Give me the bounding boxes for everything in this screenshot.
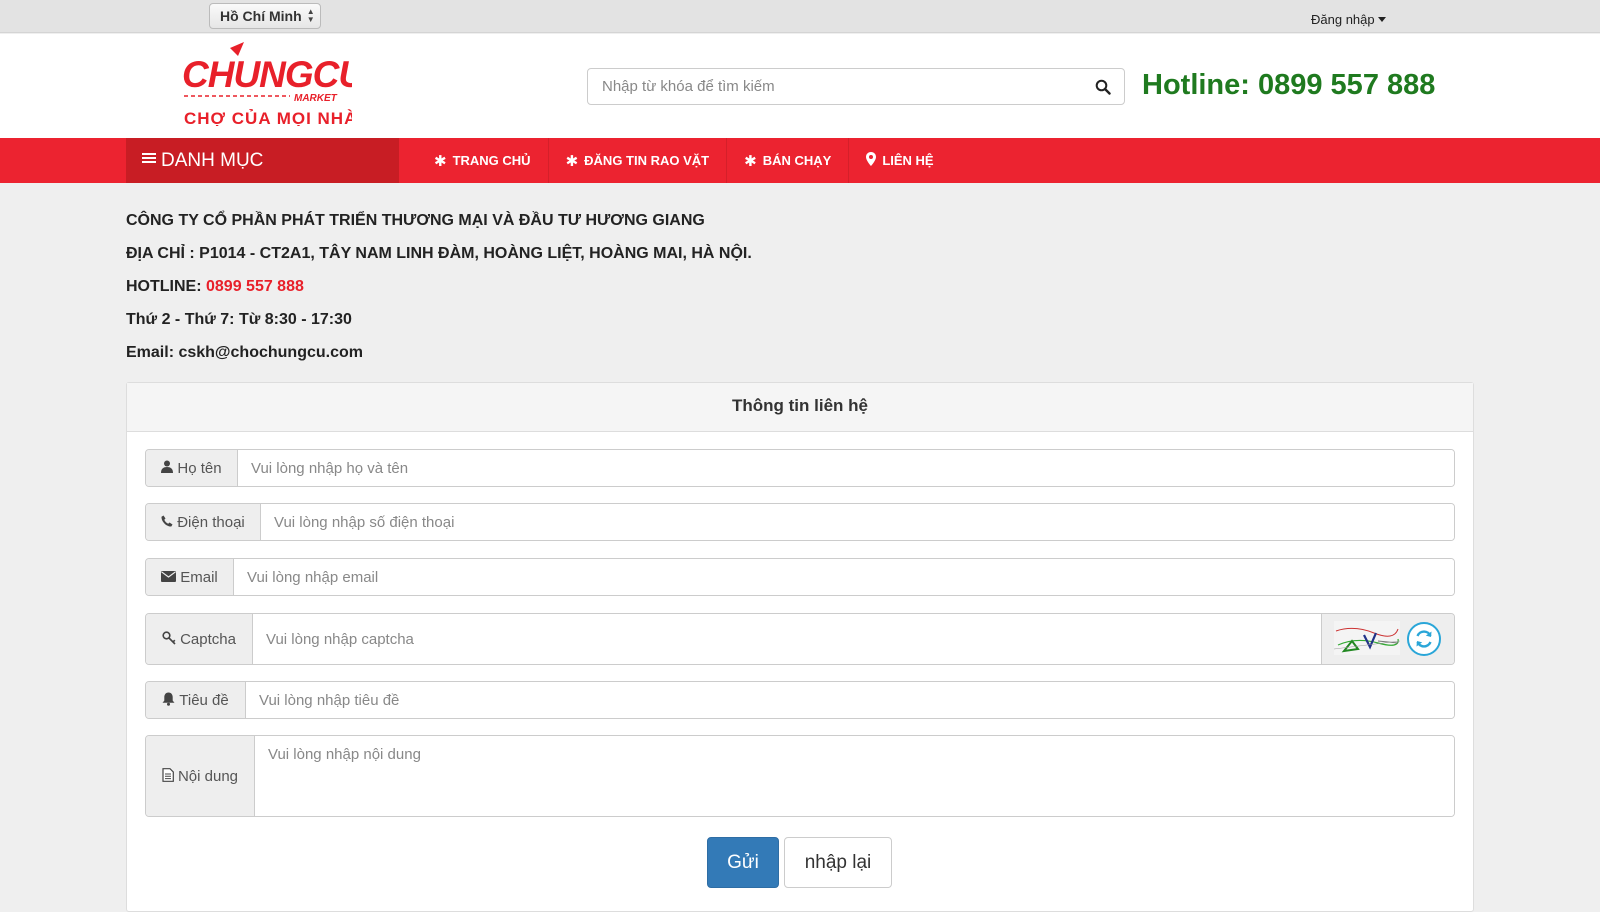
nav-item-label: LIÊN HỆ bbox=[882, 153, 934, 168]
hamburger-icon bbox=[142, 151, 156, 165]
content-field-label: Nội dung bbox=[146, 736, 255, 816]
refresh-captcha-button[interactable] bbox=[1407, 622, 1441, 656]
name-field-label: Họ tên bbox=[146, 450, 238, 486]
captcha-field-group: Captcha bbox=[145, 613, 1455, 665]
category-label: DANH MỤC bbox=[161, 150, 264, 171]
hotline-label: HOTLINE: bbox=[126, 278, 202, 295]
search-input[interactable] bbox=[588, 69, 1082, 104]
category-menu-button[interactable]: DANH MỤC bbox=[126, 138, 399, 183]
contact-form-panel: Thông tin liên hệ Họ tên Điện thoại Emai… bbox=[126, 382, 1474, 912]
city-select[interactable]: Hồ Chí Minh ▲ ▼ bbox=[209, 3, 321, 29]
nav-item-contact[interactable]: LIÊN HỆ bbox=[849, 138, 950, 183]
asterisk-icon: ✱ bbox=[744, 152, 757, 170]
site-logo[interactable]: CHUNGCU MARKET CHỢ CỦA MỌI NHÀ bbox=[182, 42, 367, 128]
search-icon bbox=[1095, 79, 1111, 95]
content-field-group: Nội dung bbox=[145, 735, 1455, 817]
header-hotline[interactable]: Hotline: 0899 557 888 bbox=[1142, 69, 1435, 102]
subject-input[interactable] bbox=[246, 682, 1454, 718]
company-hours: Thứ 2 - Thứ 7: Từ 8:30 - 17:30 bbox=[126, 311, 352, 328]
phone-field-group: Điện thoại bbox=[145, 503, 1455, 541]
company-name: CÔNG TY CỔ PHẦN PHÁT TRIỂN THƯƠNG MẠI VÀ… bbox=[126, 212, 705, 229]
asterisk-icon: ✱ bbox=[565, 152, 579, 170]
phone-input[interactable] bbox=[261, 504, 1454, 540]
logo-text: CHUNGCU bbox=[182, 54, 352, 95]
nav-item-label: BÁN CHẠY bbox=[762, 153, 832, 168]
search-bar bbox=[587, 68, 1125, 105]
nav-item-label: ĐĂNG TIN RAO VẶT bbox=[584, 153, 710, 168]
captcha-addon bbox=[1321, 614, 1454, 664]
header: CHUNGCU MARKET CHỢ CỦA MỌI NHÀ Hotline: … bbox=[0, 34, 1600, 138]
form-title: Thông tin liên hệ bbox=[127, 383, 1473, 432]
submit-button[interactable]: Gửi bbox=[707, 837, 779, 888]
bell-icon bbox=[162, 692, 175, 709]
document-icon bbox=[162, 767, 174, 785]
phone-field-label: Điện thoại bbox=[146, 504, 261, 540]
subject-field-label: Tiêu đề bbox=[146, 682, 246, 718]
map-marker-icon bbox=[866, 151, 877, 170]
captcha-image bbox=[1333, 621, 1401, 655]
logo-sub: MARKET bbox=[294, 93, 338, 104]
company-email: Email: cskh@chochungcu.com bbox=[126, 344, 363, 361]
key-icon bbox=[162, 630, 176, 648]
nav-item-label: TRANG CHỦ bbox=[452, 153, 531, 168]
main-nav: DANH MỤC ✱ TRANG CHỦ ✱ ĐĂNG TIN RAO VẶT ✱ B… bbox=[0, 138, 1600, 183]
login-label: Đăng nhập bbox=[1311, 12, 1375, 27]
name-field-group: Họ tên bbox=[145, 449, 1455, 487]
hotline-number[interactable]: 0899 557 888 bbox=[206, 278, 304, 295]
email-input[interactable] bbox=[234, 559, 1454, 595]
company-address: ĐỊA CHỈ : P1014 - CT2A1, TÂY NAM LINH ĐÀ… bbox=[126, 245, 752, 262]
nav-menu: ✱ TRANG CHỦ ✱ ĐĂNG TIN RAO VẶT ✱ BÁN CHẠY L… bbox=[417, 138, 951, 183]
city-select-value: Hồ Chí Minh bbox=[220, 8, 302, 24]
user-icon bbox=[161, 460, 174, 476]
captcha-field-label: Captcha bbox=[146, 614, 253, 664]
email-field-group: Email bbox=[145, 558, 1455, 596]
name-input[interactable] bbox=[238, 450, 1454, 486]
content-textarea[interactable] bbox=[255, 736, 1454, 816]
caret-down-icon bbox=[1377, 17, 1386, 22]
logo-slogan: CHỢ CỦA MỌI NHÀ bbox=[184, 109, 352, 126]
nav-item-home[interactable]: ✱ TRANG CHỦ bbox=[417, 138, 549, 183]
phone-icon bbox=[161, 515, 173, 530]
top-bar: Hồ Chí Minh ▲ ▼ Đăng nhập bbox=[0, 0, 1600, 33]
select-arrows-icon: ▲ ▼ bbox=[306, 7, 315, 24]
company-hotline: HOTLINE: 0899 557 888 bbox=[126, 278, 304, 296]
login-dropdown[interactable]: Đăng nhập bbox=[1311, 12, 1386, 27]
search-button[interactable] bbox=[1082, 69, 1124, 104]
nav-item-post-ad[interactable]: ✱ ĐĂNG TIN RAO VẶT bbox=[549, 138, 728, 183]
envelope-icon bbox=[161, 570, 177, 585]
refresh-icon bbox=[1416, 630, 1432, 648]
nav-item-best-seller[interactable]: ✱ BÁN CHẠY bbox=[727, 138, 850, 183]
asterisk-icon: ✱ bbox=[434, 152, 447, 170]
email-field-label: Email bbox=[146, 559, 234, 595]
subject-field-group: Tiêu đề bbox=[145, 681, 1455, 719]
captcha-input[interactable] bbox=[253, 614, 1321, 664]
reset-button[interactable]: nhập lại bbox=[784, 837, 892, 888]
